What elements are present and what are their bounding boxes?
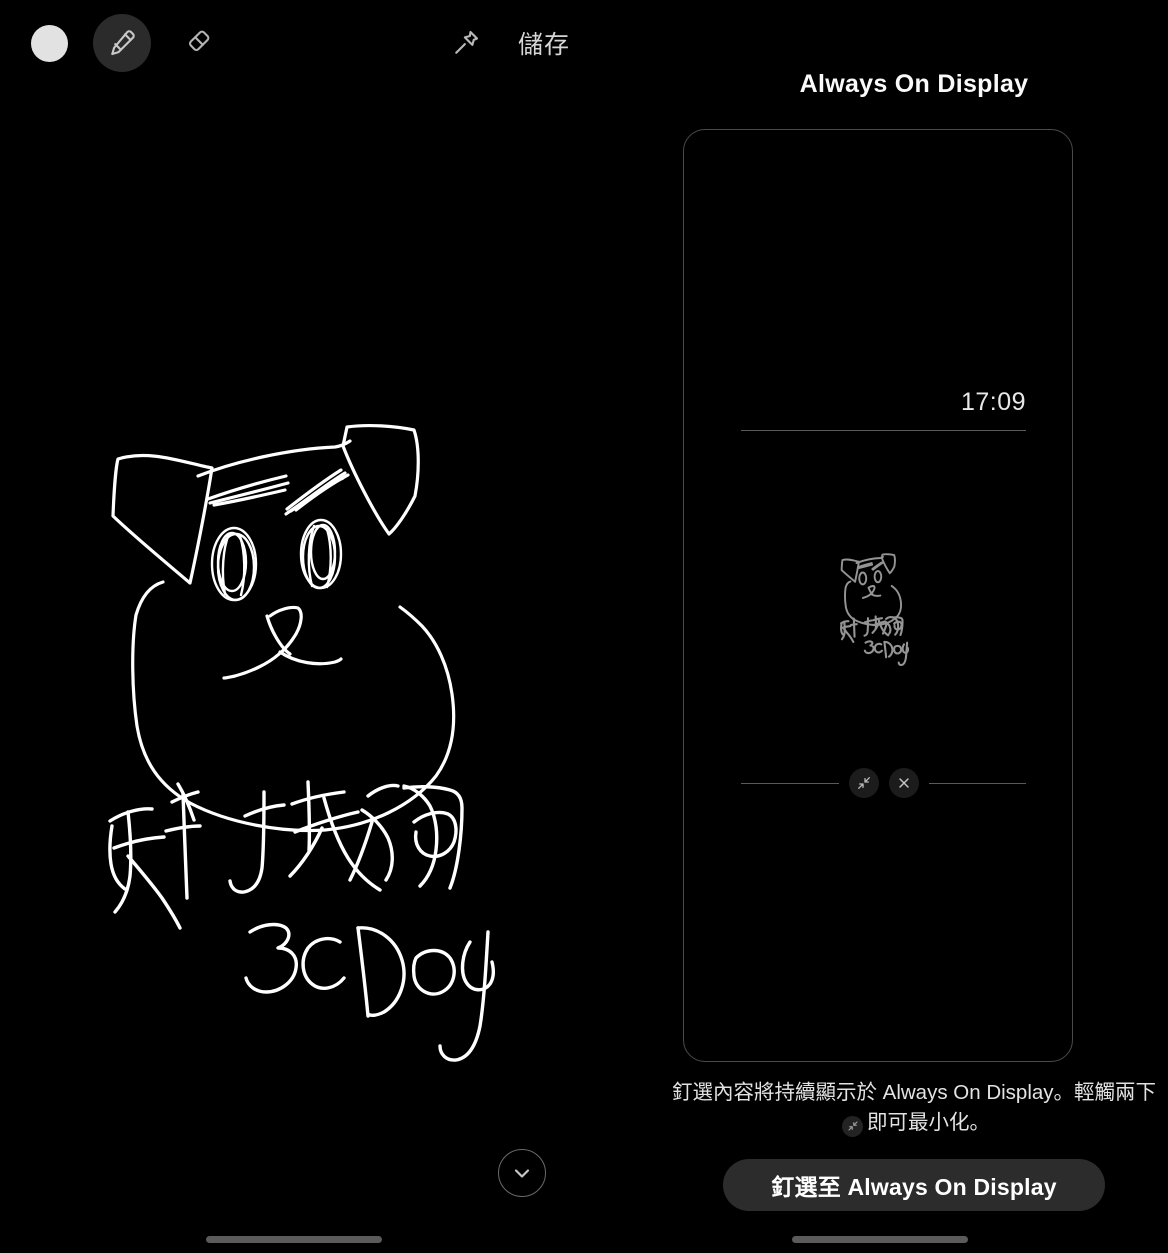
dog-nose xyxy=(268,605,303,656)
close-button[interactable] xyxy=(888,768,919,798)
handwriting-gou xyxy=(348,783,464,890)
dog-right-ear xyxy=(341,423,420,536)
chevron-down-icon xyxy=(510,1161,534,1185)
color-picker-button[interactable] xyxy=(20,14,78,72)
pin-icon xyxy=(451,28,481,58)
aod-clock: 17:09 xyxy=(960,388,1026,416)
eraser-icon xyxy=(182,28,212,58)
handwriting-3cdog xyxy=(244,922,496,1062)
aod-preview-controls xyxy=(741,765,1026,801)
dog-right-eyebrow-1 xyxy=(285,468,343,511)
pen-icon xyxy=(107,28,137,58)
drawing-canvas-pane: 儲存 xyxy=(0,0,660,1253)
aod-right-divider xyxy=(928,782,1026,784)
always-on-display-pane: Always On Display 17:09 釘選內容將持續顯示於 Alway… xyxy=(660,0,1168,1253)
handwriting-ji xyxy=(228,780,382,894)
aod-left-divider xyxy=(741,782,839,784)
dog-mouth-left xyxy=(222,652,281,680)
handwriting-ke xyxy=(108,782,202,930)
aod-preview-frame: 17:09 xyxy=(683,129,1073,1062)
aod-description-part2: 即可最小化。 xyxy=(867,1111,990,1134)
minimize-button[interactable] xyxy=(848,768,879,798)
home-indicator-right[interactable] xyxy=(792,1236,968,1243)
app-screen: 儲存 Always On Display 17:09 釘選內容將持續顯示於 Al… xyxy=(0,0,1168,1253)
dog-left-eye xyxy=(210,526,258,602)
dog-left-ear xyxy=(111,453,214,585)
collapse-panel-button[interactable] xyxy=(498,1149,546,1197)
eraser-tool-button[interactable] xyxy=(168,14,226,72)
color-swatch-white xyxy=(30,24,68,62)
dog-right-eye xyxy=(299,518,343,590)
page-title: Always On Display xyxy=(799,70,1029,98)
aod-preview-sketch xyxy=(812,495,947,680)
sketch-drawing[interactable] xyxy=(0,86,660,1146)
pin-button[interactable] xyxy=(442,19,490,67)
minimize-icon xyxy=(856,775,872,791)
dog-head-top xyxy=(196,439,352,478)
home-indicator-left[interactable] xyxy=(206,1236,382,1243)
aod-description: 釘選內容將持續顯示於 Always On Display。輕觸兩下 即可最小化。 xyxy=(668,1078,1160,1138)
drawing-toolbar: 儲存 xyxy=(0,0,600,86)
aod-top-divider xyxy=(741,430,1026,431)
pin-to-aod-button[interactable]: 釘選至 Always On Display xyxy=(723,1159,1105,1211)
inline-minimize-icon xyxy=(842,1115,863,1137)
dog-head-outline xyxy=(131,580,456,833)
aod-description-part1: 釘選內容將持續顯示於 Always On Display。輕觸兩下 xyxy=(671,1081,1157,1104)
dog-right-eyebrow-4 xyxy=(284,476,345,516)
save-button[interactable]: 儲存 xyxy=(518,25,570,61)
close-icon xyxy=(896,775,912,791)
pen-tool-button[interactable] xyxy=(93,14,151,72)
